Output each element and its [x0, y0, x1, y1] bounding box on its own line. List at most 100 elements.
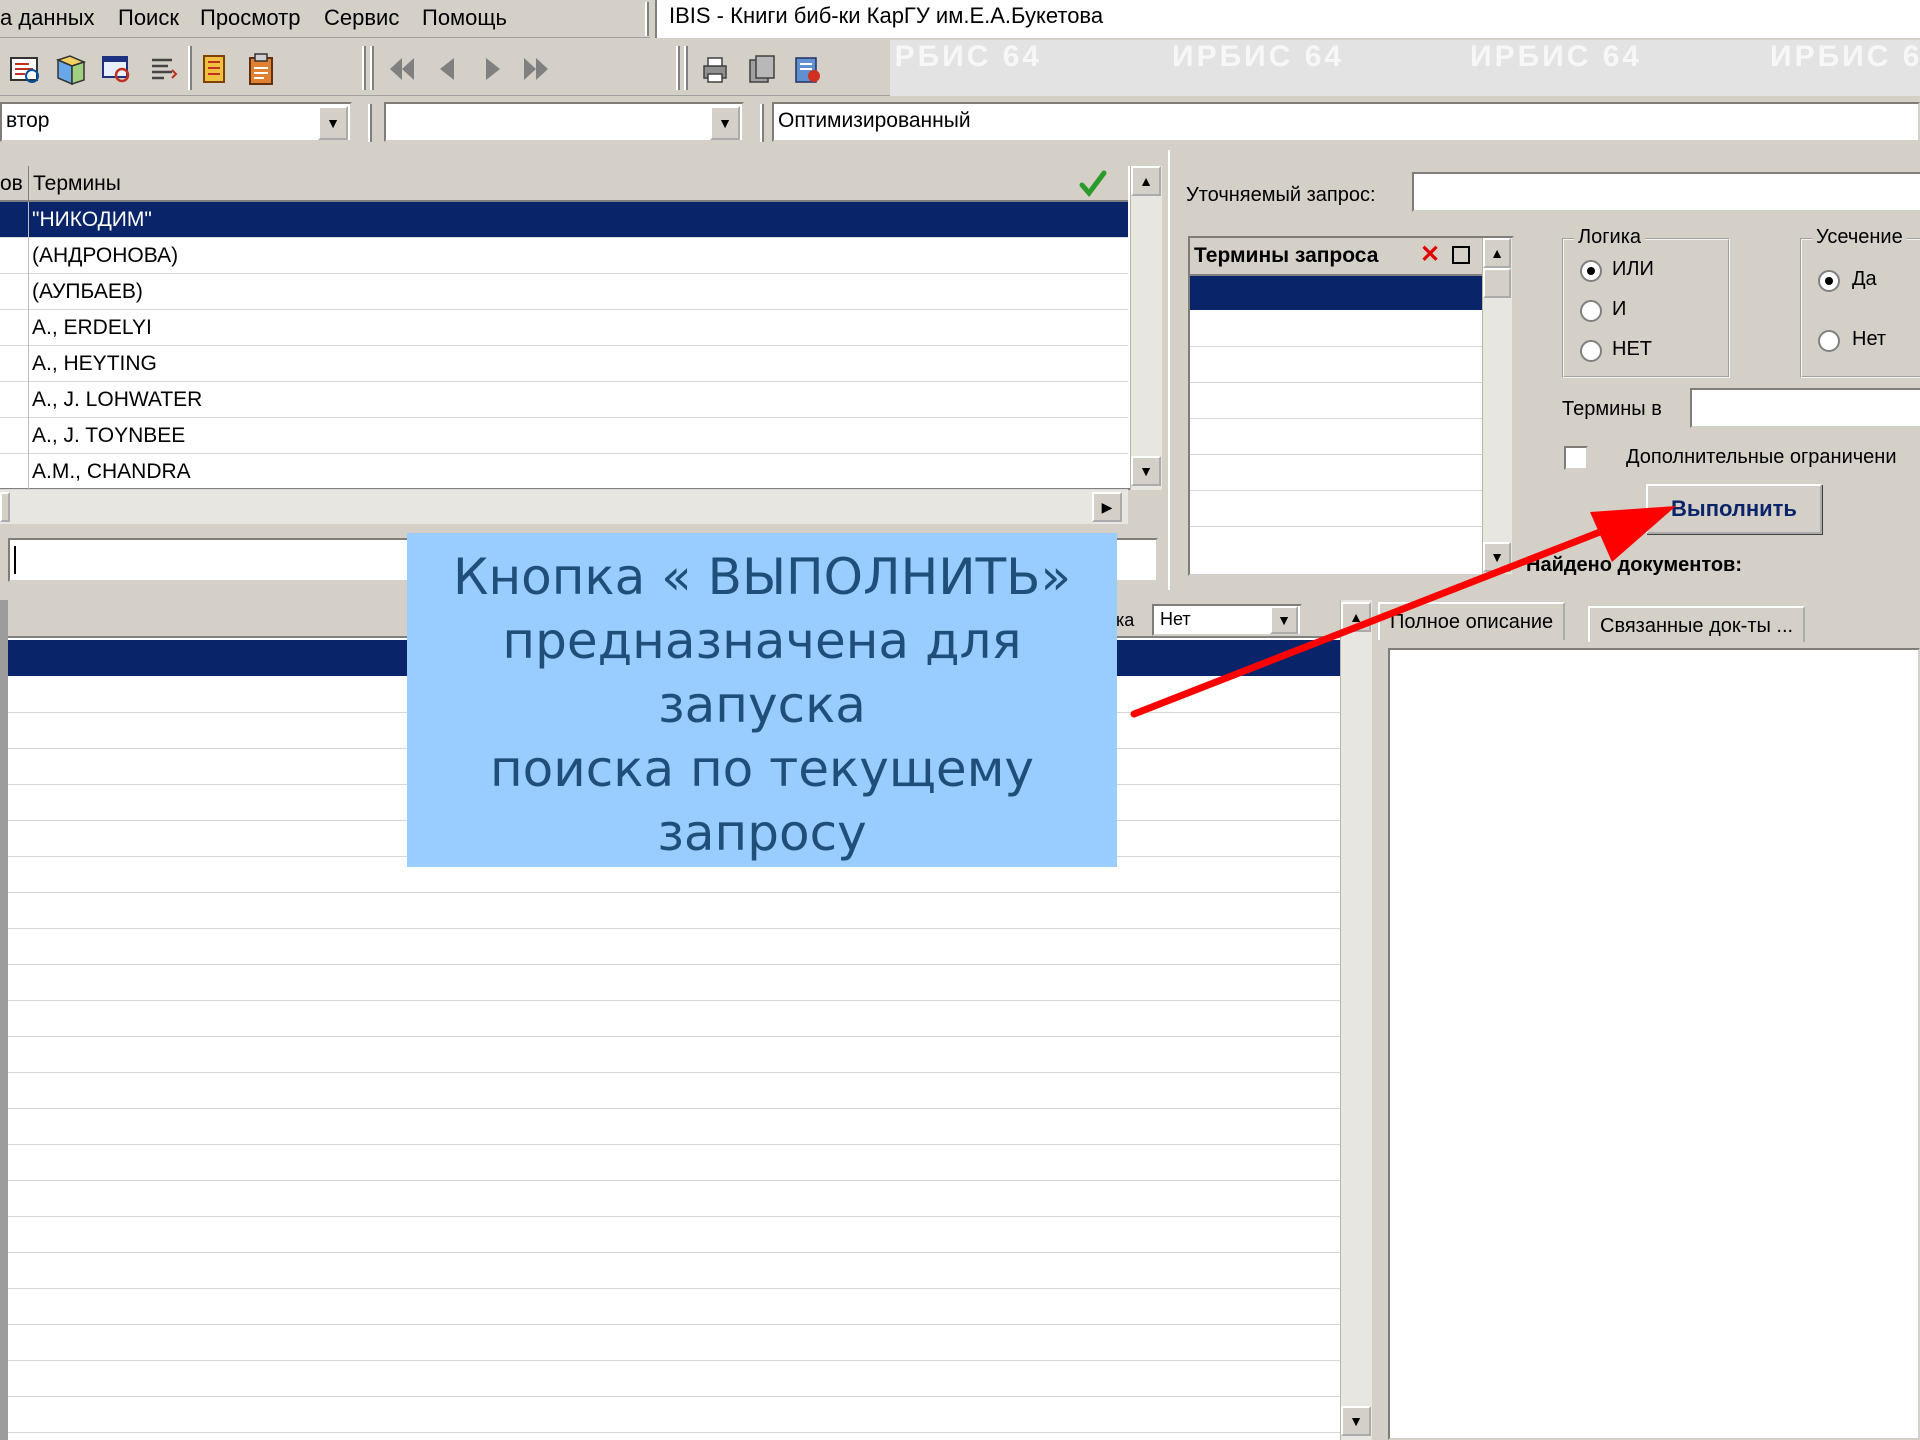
scroll-down-icon[interactable]: ▼	[1341, 1406, 1371, 1436]
terms-vertical-scrollbar[interactable]: ▲ ▼	[1130, 166, 1162, 490]
extra-restrictions-label[interactable]: Дополнительные ограничени	[1626, 446, 1897, 469]
search-mode-combo[interactable]: Оптимизированный	[772, 102, 1920, 142]
query-terms-header-text: Термины запроса	[1194, 244, 1379, 267]
copy-records-icon[interactable]	[744, 52, 778, 86]
menu-help[interactable]: Помощь	[422, 5, 507, 31]
results-row-line	[8, 1288, 1340, 1289]
search-field-combo[interactable]: втор	[0, 102, 352, 142]
term-row[interactable]: А., J. TOYNBEE	[0, 418, 1128, 454]
scroll-up-icon[interactable]: ▲	[1483, 238, 1511, 268]
scroll-down-icon[interactable]: ▼	[1131, 456, 1161, 486]
results-row-line	[8, 1252, 1340, 1253]
term-text: А.М., CHANDRA	[32, 460, 191, 483]
logic-or-radio[interactable]	[1580, 260, 1602, 282]
close-icon[interactable]: ✕	[1420, 240, 1440, 269]
term-row[interactable]: А.М., CHANDRA	[0, 454, 1128, 490]
print-icon[interactable]	[698, 52, 732, 86]
results-row-line	[8, 928, 1340, 929]
menu-search[interactable]: Поиск	[118, 5, 179, 31]
results-row-line	[8, 1432, 1340, 1433]
window-search-icon[interactable]	[100, 52, 134, 86]
export-icon[interactable]	[198, 52, 232, 86]
scroll-up-icon[interactable]: ▲	[1131, 166, 1161, 196]
truncation-no-label[interactable]: Нет	[1852, 328, 1886, 351]
term-row[interactable]: А., ERDELYI	[0, 310, 1128, 346]
scroll-right-icon[interactable]: ▶	[1092, 492, 1122, 522]
results-row-line	[8, 1000, 1340, 1001]
column-header-count[interactable]: ов	[0, 172, 23, 196]
first-record-icon[interactable]	[384, 52, 418, 86]
clipboard-icon[interactable]	[244, 52, 278, 86]
terms-horizontal-scrollbar[interactable]: ▶	[0, 490, 1128, 524]
second-combo[interactable]	[384, 102, 744, 142]
logic-group-title: Логика	[1574, 226, 1646, 249]
banner-text: ИРБИС 64	[1470, 40, 1643, 73]
term-text: А., ERDELYI	[32, 316, 152, 339]
column-header-terms[interactable]: Термины	[33, 172, 121, 196]
search-form-icon[interactable]	[8, 52, 42, 86]
callout-line: Кнопка « ВЫПОЛНИТЬ»	[452, 548, 1072, 606]
terms-in-input[interactable]	[1690, 388, 1920, 428]
dictionary-icon[interactable]	[54, 52, 88, 86]
results-row-line	[8, 1180, 1340, 1181]
term-text: А., HEYTING	[32, 352, 157, 375]
results-row-line	[8, 1144, 1340, 1145]
logic-or-label[interactable]: ИЛИ	[1612, 258, 1654, 281]
callout-line: запуска	[658, 676, 866, 734]
results-row-line	[8, 1360, 1340, 1361]
truncation-yes-radio[interactable]	[1818, 270, 1840, 292]
term-row[interactable]: А., HEYTING	[0, 346, 1128, 382]
results-row-line	[8, 1108, 1340, 1109]
window-title: IBIS - Книги биб-ки КарГУ им.Е.А.Букетов…	[655, 0, 1920, 38]
maximize-icon[interactable]	[1452, 246, 1470, 264]
prev-record-icon[interactable]	[430, 52, 464, 86]
term-text: А., J. LOHWATER	[32, 388, 203, 411]
terms-grid: ов Термины "НИКОДИМ" (АНДРОНОВА) (АУПБАЕ…	[0, 166, 1130, 490]
results-row-indicator	[0, 600, 8, 1440]
extra-restrictions-checkbox[interactable]	[1564, 446, 1588, 470]
truncation-group	[1800, 238, 1920, 378]
term-row[interactable]: (АУПБАЕВ)	[0, 274, 1128, 310]
chevron-down-icon[interactable]: ▼	[318, 106, 348, 140]
sort-list-icon[interactable]	[146, 52, 180, 86]
menu-database[interactable]: а данных	[0, 5, 95, 31]
term-text: (АУПБАЕВ)	[32, 280, 143, 303]
logic-not-label[interactable]: НЕТ	[1612, 338, 1652, 361]
banner-text: ИРБИС 64	[1770, 40, 1920, 73]
truncation-group-title: Усечение	[1812, 226, 1907, 249]
banner-text: ИРБИС 64	[890, 40, 1043, 73]
callout-line: предназначена для	[502, 612, 1022, 670]
toolbar-grip	[645, 2, 649, 36]
truncation-yes-label[interactable]: Да	[1852, 268, 1877, 291]
next-record-icon[interactable]	[476, 52, 510, 86]
term-row[interactable]: "НИКОДИМ"	[0, 202, 1128, 238]
refine-query-input[interactable]	[1412, 172, 1920, 212]
menu-service[interactable]: Сервис	[324, 5, 399, 31]
term-text: "НИКОДИМ"	[32, 208, 152, 231]
logic-and-radio[interactable]	[1580, 300, 1602, 322]
annotation-callout: Кнопка « ВЫПОЛНИТЬ» предназначена для за…	[407, 533, 1117, 867]
term-row[interactable]: А., J. LOHWATER	[0, 382, 1128, 418]
query-term-row[interactable]	[1190, 276, 1482, 310]
results-row-line	[8, 964, 1340, 965]
menu-bar: а данных Поиск Просмотр Сервис Помощь	[0, 0, 650, 38]
menu-view[interactable]: Просмотр	[200, 5, 300, 31]
term-row[interactable]: (АНДРОНОВА)	[0, 238, 1128, 274]
truncation-no-radio[interactable]	[1818, 330, 1840, 352]
callout-line: поиска по текущему	[489, 740, 1035, 798]
last-record-icon[interactable]	[520, 52, 554, 86]
order-icon[interactable]	[790, 52, 824, 86]
search-mode-value: Оптимизированный	[778, 109, 971, 132]
term-text: (АНДРОНОВА)	[32, 244, 179, 267]
results-row-line	[8, 1396, 1340, 1397]
chevron-down-icon[interactable]: ▼	[710, 106, 740, 140]
banner-text: ИРБИС 64	[1172, 40, 1345, 73]
query-terms-header: Термины запроса ✕	[1190, 238, 1482, 276]
checkmark-icon[interactable]	[1078, 170, 1108, 198]
logic-and-label[interactable]: И	[1612, 298, 1626, 321]
results-row-line	[8, 892, 1340, 893]
refine-query-label: Уточняемый запрос:	[1186, 184, 1376, 206]
logic-not-radio[interactable]	[1580, 340, 1602, 362]
description-content	[1388, 648, 1920, 1440]
annotation-arrow-icon	[1130, 506, 1676, 718]
